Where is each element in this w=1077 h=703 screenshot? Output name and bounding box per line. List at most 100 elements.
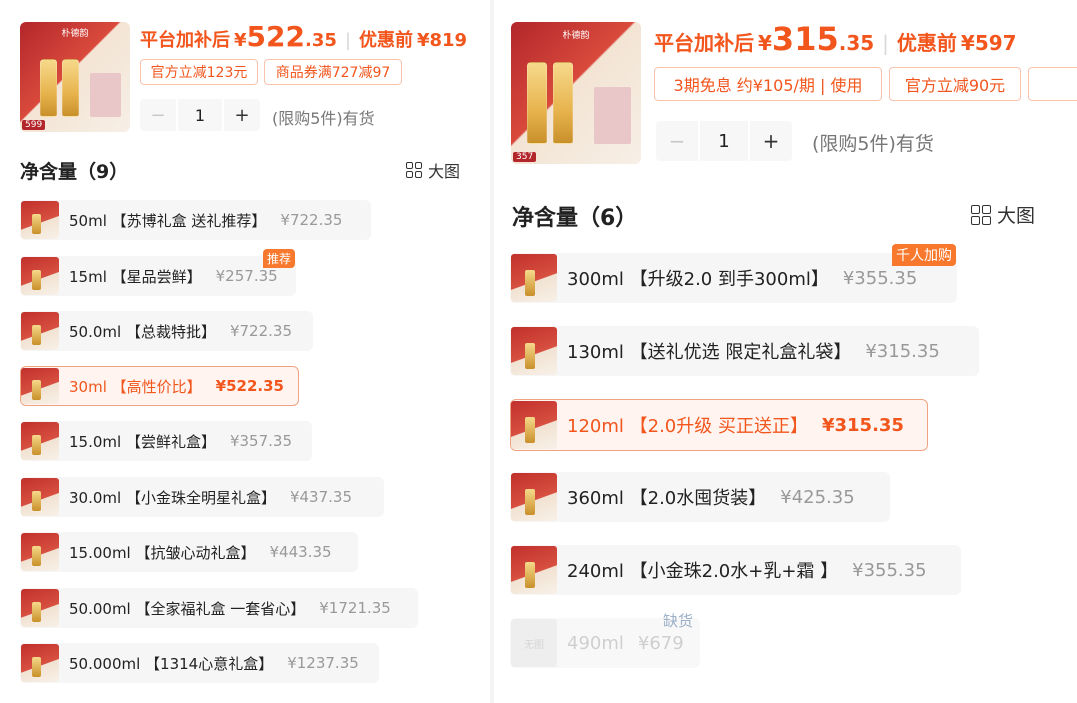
variant-thumbnail	[21, 257, 59, 295]
variant-price: ¥425.35	[780, 486, 855, 508]
variant-price: ¥315.35	[821, 414, 904, 436]
variant-thumbnail	[21, 201, 59, 239]
variant-label: 30.0ml 【小金珠全明星礼盒】	[69, 488, 276, 507]
variant-thumbnail	[21, 368, 59, 404]
variant-option[interactable]: 300ml 【升级2.0 到手300ml】 ¥355.35 千人加购	[510, 244, 957, 303]
variant-label: 50ml 【苏博礼盒 送礼推荐】	[69, 211, 267, 230]
stock-status: (限购5件)有货	[812, 133, 934, 155]
large-view-label: 大图	[997, 205, 1036, 227]
variant-option[interactable]: 360ml 【2.0水囤货装】 ¥425.35	[510, 472, 890, 522]
out-of-stock-badge: 缺货	[662, 612, 693, 630]
price-line: 平台加补后 ¥ 522 .35 | 优惠前 ¥819	[140, 20, 467, 53]
original-price: ¥597	[960, 31, 1017, 55]
variant-label: 15.00ml 【抗皱心动礼盒】	[69, 543, 256, 562]
price-main: 315	[771, 20, 839, 58]
variant-label: 15.0ml 【尝鲜礼盒】	[69, 432, 216, 451]
variant-option[interactable]: 30.0ml 【小金珠全明星礼盒】 ¥437.35	[20, 477, 384, 517]
variant-option[interactable]: 15.00ml 【抗皱心动礼盒】 ¥443.35	[20, 532, 358, 572]
large-view-toggle[interactable]: 大图	[971, 201, 1035, 228]
variant-thumbnail	[21, 478, 59, 516]
coupon-official-discount[interactable]: 官方立减123元	[140, 59, 258, 85]
variant-option-out-of-stock: 无图 490ml ¥679 缺货	[510, 612, 700, 668]
variant-thumbnail	[21, 422, 59, 460]
variant-option[interactable]: 15ml 【星品尝鲜】 ¥257.35 推荐	[20, 249, 296, 296]
variant-price: ¥679	[637, 632, 684, 654]
variant-price: ¥257.35	[215, 267, 278, 285]
price-decimal: .35	[838, 31, 875, 55]
grid-view-icon	[971, 204, 991, 225]
original-label: 优惠前	[896, 31, 957, 55]
variant-label: 120ml 【2.0升级 买正送正】	[567, 416, 808, 437]
increment-button[interactable]: +	[750, 121, 792, 161]
variant-price: ¥355.35	[842, 267, 918, 289]
currency-symbol: ¥	[758, 31, 772, 55]
variant-thumbnail-placeholder: 无图	[511, 619, 557, 667]
variant-price: ¥722.35	[229, 322, 292, 340]
quantity-input[interactable]: 1	[178, 99, 222, 131]
section-title: 净含量（6）	[512, 206, 638, 231]
original-price: ¥819	[416, 30, 468, 51]
variant-price: ¥315.35	[865, 340, 940, 362]
coupon-store-voucher[interactable]: 商品券满727减97	[264, 59, 402, 85]
variant-label: 130ml 【送礼优选 限定礼盒礼袋】	[567, 342, 852, 363]
variant-option[interactable]: 240ml 【小金珠2.0水+乳+霜 】 ¥355.35	[510, 545, 961, 595]
variant-price: ¥1721.35	[319, 599, 391, 617]
variant-price: ¥443.35	[269, 543, 332, 561]
quantity-input[interactable]: 1	[700, 121, 748, 161]
price-separator: |	[344, 30, 351, 51]
coupon-label: 3期免息 约¥105/期 | 使用	[673, 76, 863, 95]
variant-label: 30ml 【高性价比】	[69, 377, 202, 396]
variant-option[interactable]: 50.000ml 【1314心意礼盒】 ¥1237.35	[20, 643, 379, 683]
brand-text: 朴德韵	[61, 29, 89, 40]
variant-thumbnail	[21, 589, 59, 627]
original-label: 优惠前	[358, 30, 413, 51]
decrement-button[interactable]: −	[656, 121, 698, 161]
variant-label: 50.0ml 【总裁特批】	[69, 322, 216, 341]
variant-label: 50.000ml 【1314心意礼盒】	[69, 654, 274, 673]
variant-option[interactable]: 50.00ml 【全家福礼盒 一套省心】 ¥1721.35	[20, 588, 418, 628]
decrement-button[interactable]: −	[140, 99, 176, 131]
large-view-toggle[interactable]: 大图	[406, 158, 460, 182]
variant-price: ¥437.35	[289, 488, 352, 506]
variant-option[interactable]: 130ml 【送礼优选 限定礼盒礼袋】 ¥315.35	[510, 326, 979, 376]
no-image-text: 无图	[524, 639, 544, 651]
price-separator: |	[882, 31, 889, 55]
grid-view-icon	[406, 162, 422, 178]
variant-thumbnail	[21, 644, 59, 682]
product-image[interactable]: 朴德韵 599	[20, 22, 130, 132]
variant-price: ¥355.35	[852, 559, 927, 581]
variant-thumbnail	[511, 327, 557, 375]
variant-option-selected[interactable]: 30ml 【高性价比】 ¥522.35	[20, 366, 299, 406]
price-decimal: .35	[304, 30, 337, 51]
price-main: 522	[246, 20, 305, 53]
variant-price: ¥1237.35	[287, 654, 359, 672]
variant-option-selected[interactable]: 120ml 【2.0升级 买正送正】 ¥315.35	[510, 399, 928, 451]
right-product-panel: 朴德韵 357 平台加补后 ¥ 315 .35 | 优惠前 ¥597 3期免息 …	[494, 0, 1077, 703]
price-label: 平台加补后	[654, 31, 754, 55]
coupon-official-discount[interactable]: 官方立减90元	[889, 67, 1021, 101]
product-image[interactable]: 朴德韵 357	[511, 22, 641, 164]
currency-symbol: ¥	[234, 30, 247, 51]
variant-option[interactable]: 15.0ml 【尝鲜礼盒】 ¥357.35	[20, 421, 312, 461]
variant-price: ¥522.35	[215, 377, 284, 395]
variant-thumbnail	[21, 533, 59, 571]
large-view-label: 大图	[428, 162, 461, 181]
coupon-label: 官方立减123元	[150, 65, 248, 81]
variant-option[interactable]: 50ml 【苏博礼盒 送礼推荐】 ¥722.35	[20, 200, 371, 240]
coupon-partial[interactable]	[1028, 67, 1077, 101]
section-title: 净含量（9）	[20, 161, 129, 183]
quantity-stepper: − 1 +	[656, 121, 792, 161]
variant-label: 240ml 【小金珠2.0水+乳+霜 】	[567, 561, 839, 582]
variant-thumbnail	[511, 254, 557, 302]
variant-thumbnail	[511, 546, 557, 594]
left-product-panel: 朴德韵 599 平台加补后 ¥ 522 .35 | 优惠前 ¥819 官方立减1…	[0, 0, 490, 703]
variant-thumbnail	[21, 312, 59, 350]
installment-coupon[interactable]: 3期免息 约¥105/期 | 使用	[654, 67, 882, 101]
increment-button[interactable]: +	[224, 99, 260, 131]
variant-label: 360ml 【2.0水囤货装】	[567, 488, 767, 509]
price-line: 平台加补后 ¥ 315 .35 | 优惠前 ¥597	[654, 20, 1017, 58]
variant-option[interactable]: 50.0ml 【总裁特批】 ¥722.35	[20, 311, 313, 351]
variant-price: ¥722.35	[280, 211, 343, 229]
variant-thumbnail	[511, 401, 557, 449]
variant-label: 490ml	[567, 632, 624, 654]
